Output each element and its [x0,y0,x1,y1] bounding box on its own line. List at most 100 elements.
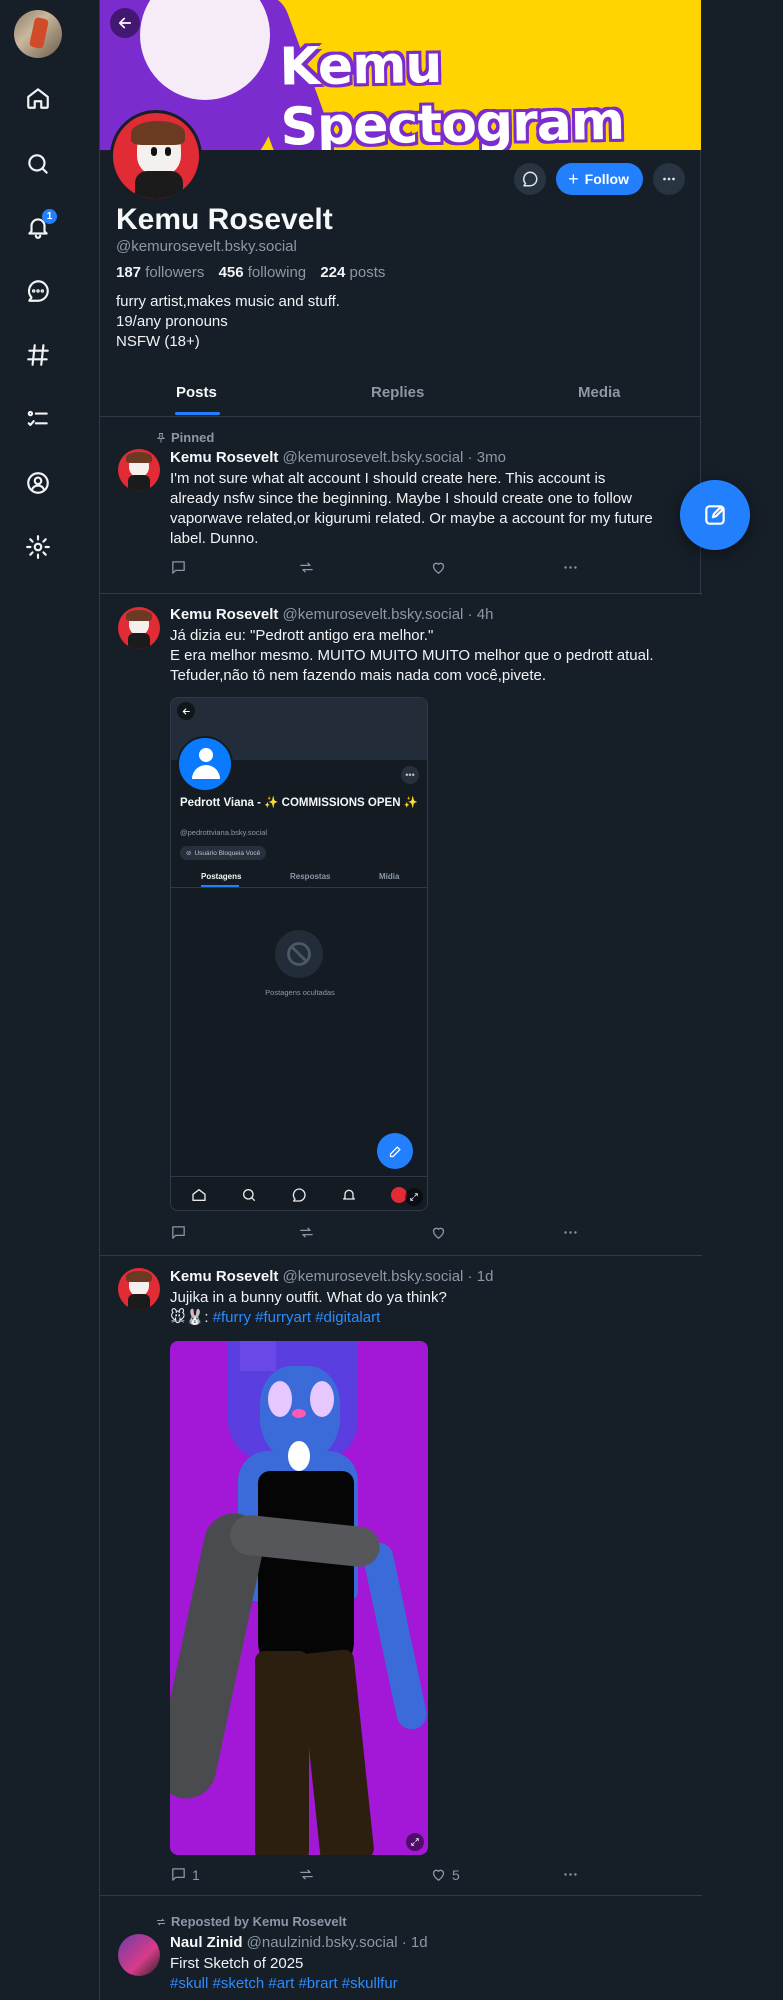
embedded-bottom-nav [171,1176,427,1210]
embedded-profile-name: Pedrott Viana - ✨ COMMISSIONS OPEN ✨ [180,797,419,809]
arrow-left-icon [118,17,132,29]
post-meta: Kemu Rosevelt @kemurosevelt.bsky.social … [170,606,494,623]
hashtag-link[interactable]: #furryart [255,1309,311,1326]
follow-button[interactable]: + Follow [556,163,643,195]
hashtag-link[interactable]: #digitalart [315,1309,380,1326]
like-button[interactable] [430,1224,452,1241]
back-button[interactable] [110,8,140,38]
repost-button[interactable] [298,1224,315,1241]
embedded-profile-handle: @pedrottviana.bsky.social [180,828,268,837]
gear-icon[interactable] [22,531,54,563]
pin-icon [156,432,166,442]
repost-button[interactable] [298,559,315,576]
tab-indicator [175,412,220,415]
home-icon[interactable] [22,82,54,114]
home-icon [191,1187,207,1203]
reply-icon [172,1868,185,1881]
post-text: Já dizia eu: "Pedrott antigo era melhor.… [170,627,654,684]
feed-post[interactable]: Pinned Kemu Rosevelt @kemurosevelt.bsky.… [100,417,702,594]
post-time[interactable]: 4h [477,606,494,623]
hashtag-link[interactable]: #sketch [213,1975,265,1992]
post-time[interactable]: 1d [477,1268,494,1285]
post-image-artwork[interactable] [170,1341,428,1855]
embedded-default-avatar [177,736,233,792]
ellipsis-icon [663,177,675,181]
post-meta: Kemu Rosevelt @kemurosevelt.bsky.social … [170,1268,494,1285]
sidebar: 1 [0,0,76,2000]
hashtag-link[interactable]: #brart [298,1975,337,1992]
repost-icon [300,1869,313,1880]
embedded-blocked-badge: ⊘ Usuário Bloqueia Você [180,846,267,860]
expand-icon[interactable] [406,1833,424,1851]
search-icon[interactable] [22,148,54,180]
hashtag-link[interactable]: #furry [213,1309,251,1326]
message-button[interactable] [514,163,547,195]
repost-label[interactable]: Reposted by Kemu Rosevelt [155,1914,347,1929]
compose-icon [377,1133,413,1169]
embedded-hidden-text: Postagens ocultadas [265,988,335,997]
post-avatar[interactable] [118,1934,160,1976]
post-time[interactable]: 3mo [477,449,506,466]
tab-posts[interactable]: Posts [176,384,217,401]
embedded-tab: Postagens [201,872,242,881]
repost-icon [157,1918,165,1925]
profile-stats: 187 followers 456 following 224 posts [116,264,385,281]
post-author[interactable]: Kemu Rosevelt [170,1268,278,1285]
chat-icon [523,171,538,187]
followers-link[interactable]: 187 followers [116,264,204,281]
hashtag-link[interactable]: #skullfur [342,1975,398,1992]
like-button[interactable] [430,559,452,576]
following-link[interactable]: 456 following [219,264,307,281]
compose-icon [705,505,725,525]
post-options-button[interactable] [562,1866,579,1883]
post-avatar[interactable] [118,449,160,491]
hashtag-icon[interactable] [22,339,54,371]
post-handle[interactable]: @kemurosevelt.bsky.social [283,1268,464,1285]
profile-icon[interactable] [22,467,54,499]
compose-button[interactable] [680,480,750,550]
post-image-screenshot[interactable]: ••• Pedrott Viana - ✨ COMMISSIONS OPEN ✨… [170,697,428,1211]
post-controls [170,1224,590,1244]
arrow-left-icon [177,702,195,720]
post-options-button[interactable] [562,1224,579,1241]
post-avatar[interactable] [118,1268,160,1310]
bell-icon[interactable]: 1 [22,209,57,243]
ellipsis-icon [564,566,577,569]
heart-icon [432,1869,445,1881]
post-author[interactable]: Kemu Rosevelt [170,449,278,466]
notification-badge: 1 [42,209,57,224]
reply-button[interactable]: 1 [170,1866,200,1883]
feed-post[interactable]: Reposted by Kemu Rosevelt Naul Zinid @na… [100,1896,702,2000]
post-author[interactable]: Naul Zinid [170,1934,243,1951]
reply-button[interactable] [170,1224,192,1241]
heart-icon [432,562,445,574]
post-handle[interactable]: @kemurosevelt.bsky.social [283,449,464,466]
expand-icon[interactable] [405,1188,423,1206]
reply-button[interactable] [170,559,192,576]
pinned-label: Pinned [155,430,214,445]
profile-actions: + Follow [514,163,685,195]
embedded-tab: Respostas [290,872,331,881]
post-time[interactable]: 1d [411,1934,428,1951]
post-handle[interactable]: @naulzinid.bsky.social [247,1934,398,1951]
profile-avatar[interactable] [110,110,202,202]
post-meta: Kemu Rosevelt @kemurosevelt.bsky.social … [170,449,506,466]
post-handle[interactable]: @kemurosevelt.bsky.social [283,606,464,623]
hashtag-link[interactable]: #art [268,1975,294,1992]
post-controls [170,559,590,579]
chat-icon[interactable] [22,275,54,307]
post-avatar[interactable] [118,607,160,649]
post-author[interactable]: Kemu Rosevelt [170,606,278,623]
embedded-tabs: Postagens Respostas Mídia [171,866,427,888]
hashtag-link[interactable]: #skull [170,1975,208,1992]
repost-button[interactable] [298,1866,315,1883]
like-button[interactable]: 5 [430,1866,460,1883]
plus-icon: + [568,169,579,189]
tab-media[interactable]: Media [578,384,621,401]
more-options-button[interactable] [653,163,685,195]
current-user-avatar[interactable] [14,10,62,58]
post-options-button[interactable] [562,559,579,576]
follow-label: Follow [584,171,629,187]
list-icon[interactable] [22,403,54,435]
tab-replies[interactable]: Replies [371,384,424,401]
